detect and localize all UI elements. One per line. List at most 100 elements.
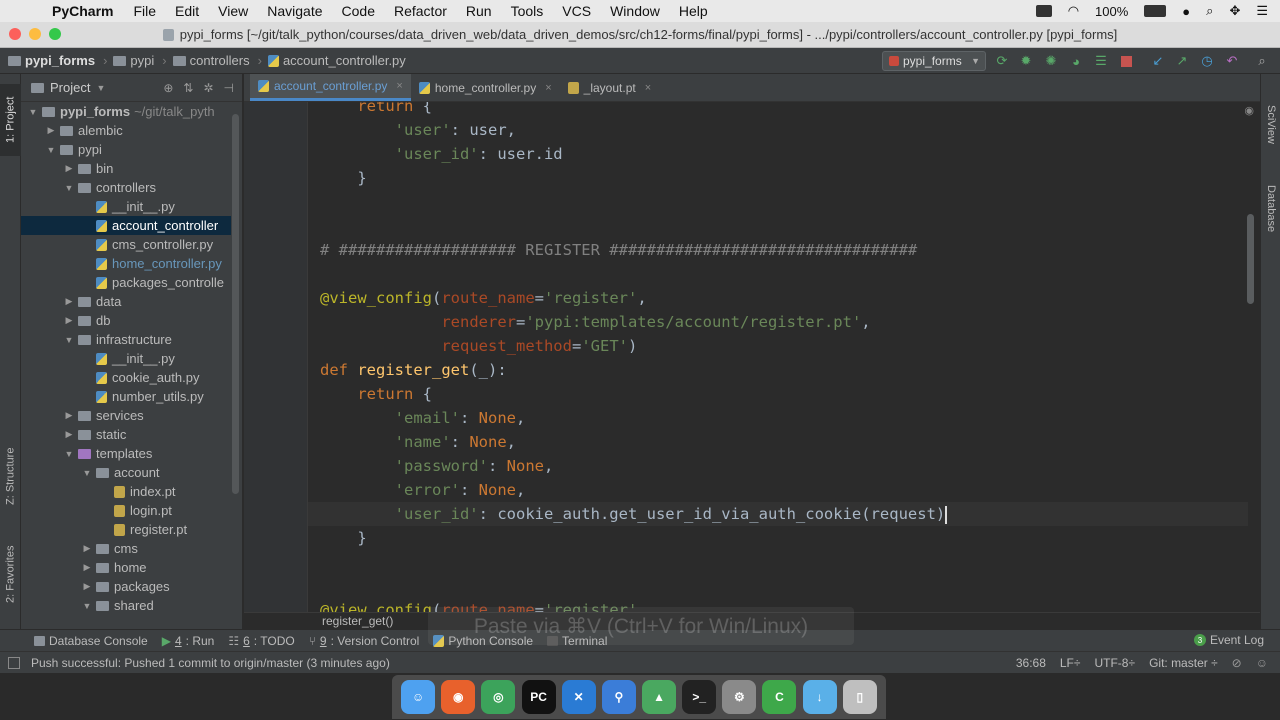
code-line[interactable]: 28 renderer='pypi:templates/account/regi… (308, 310, 1248, 334)
code-breadcrumb-function[interactable]: register_get() (322, 614, 393, 628)
menu-refactor[interactable]: Refactor (394, 3, 447, 19)
stop-button[interactable] (1118, 53, 1134, 69)
dock-app-camtasia-icon[interactable]: C (762, 680, 797, 714)
notification-center-icon[interactable]: ☰ (1256, 3, 1268, 19)
tree-item[interactable]: ▶ home (21, 558, 231, 577)
chevron-down-icon[interactable]: ▼ (45, 145, 57, 155)
tree-item[interactable]: ▶ services (21, 406, 231, 425)
window-zoom-button[interactable] (49, 28, 61, 40)
tab-layout[interactable]: _layout.pt × (560, 74, 659, 101)
code-line[interactable]: 32 'email': None, (308, 406, 1248, 430)
menu-file[interactable]: File (133, 3, 156, 19)
dock-app-chrome-icon[interactable]: ◎ (481, 680, 516, 714)
sciview-tool-tab[interactable]: SciView (1261, 94, 1280, 154)
spotlight-search-icon[interactable]: ⌕ (1206, 3, 1213, 19)
chevron-down-icon[interactable]: ▼ (27, 107, 39, 117)
caret-position[interactable]: 36:68 (1016, 656, 1046, 670)
collapse-all-icon[interactable]: ⇅ (183, 81, 193, 95)
tree-item[interactable]: ▼ shared (21, 596, 231, 615)
dock-app-rocket-icon[interactable]: ▲ (642, 680, 677, 714)
tree-item[interactable]: ▶ cms (21, 539, 231, 558)
database-tool-tab[interactable]: Database (1261, 174, 1280, 244)
menu-navigate[interactable]: Navigate (267, 3, 322, 19)
vcs-update-button[interactable]: ↙ (1150, 53, 1166, 69)
debug-button[interactable]: ✹ (1018, 53, 1034, 69)
tab-home-controller[interactable]: home_controller.py × (411, 74, 560, 101)
tree-item[interactable]: ▶ packages (21, 577, 231, 596)
gear-icon[interactable]: ✲ (203, 81, 213, 95)
code-line[interactable]: 29 request_method='GET') (308, 334, 1248, 358)
tree-item[interactable]: ▼ controllers (21, 178, 231, 197)
nav-crumb-pypi[interactable]: pypi › (113, 53, 167, 68)
code-line[interactable]: 38 (308, 550, 1248, 574)
tree-item[interactable]: ▶ data (21, 292, 231, 311)
tool-windows-toggle[interactable] (8, 657, 20, 669)
dock-app-downloads-icon[interactable]: ↓ (802, 680, 837, 714)
chevron-right-icon[interactable]: ▶ (63, 163, 75, 174)
inspection-ok-icon[interactable]: ◉ (1244, 104, 1254, 117)
menu-edit[interactable]: Edit (175, 3, 199, 19)
run-concurrency-button[interactable]: ☰ (1093, 53, 1109, 69)
structure-tool-tab[interactable]: Z: Structure (0, 436, 21, 516)
menu-window[interactable]: Window (610, 3, 660, 19)
run-configuration-select[interactable]: pypi_forms ▼ (882, 51, 986, 71)
code-line[interactable]: 20 'user': user, (308, 118, 1248, 142)
rerun-button[interactable]: ⟳ (994, 53, 1010, 69)
chevron-down-icon[interactable]: ▼ (81, 601, 93, 611)
todo-tool-button[interactable]: ☷ 6: TODO (228, 634, 294, 648)
close-icon[interactable]: × (645, 82, 651, 94)
tree-item[interactable]: packages_controlle (21, 273, 231, 292)
chevron-down-icon[interactable]: ▼ (63, 449, 75, 459)
tree-item[interactable]: register.pt (21, 520, 231, 539)
hide-panel-icon[interactable]: ⊣ (224, 81, 234, 95)
code-line[interactable]: 37 } (308, 526, 1248, 550)
inspector-icon[interactable]: ☺ (1256, 656, 1268, 670)
control-icon[interactable]: ✥ (1229, 3, 1240, 19)
code-line[interactable]: 35 'error': None, (308, 478, 1248, 502)
editor-scrollbar[interactable] (1247, 214, 1254, 304)
code-line-current[interactable]: 36 'user_id': cookie_auth.get_user_id_vi… (308, 502, 1248, 526)
nav-crumb-file[interactable]: account_controller.py (267, 53, 406, 68)
close-icon[interactable]: × (396, 80, 402, 92)
chevron-right-icon[interactable]: ▶ (63, 315, 75, 326)
tree-item[interactable]: ▼ pypi (21, 140, 231, 159)
nav-crumb-controllers[interactable]: controllers › (172, 53, 262, 68)
favorites-tool-tab[interactable]: 2: Favorites (0, 534, 21, 614)
code-line[interactable]: 24 (308, 214, 1248, 238)
chevron-right-icon[interactable]: ▶ (81, 543, 93, 554)
menu-run[interactable]: Run (466, 3, 492, 19)
dock-app-maps-icon[interactable]: ⚲ (601, 680, 636, 714)
code-line[interactable]: 23 (308, 190, 1248, 214)
chevron-right-icon[interactable]: ▶ (63, 410, 75, 421)
chevron-down-icon[interactable]: ▼ (63, 335, 75, 345)
tree-item[interactable]: __init__.py (21, 197, 231, 216)
tree-item[interactable]: ▼ templates (21, 444, 231, 463)
code-line[interactable]: 39 (308, 574, 1248, 598)
code-area[interactable]: 19 return {20 'user': user,21 'user_id':… (308, 102, 1248, 612)
run-tool-button[interactable]: ▶ 4: Run (162, 634, 215, 648)
close-icon[interactable]: × (545, 82, 551, 94)
menu-view[interactable]: View (218, 3, 248, 19)
tree-item[interactable]: ▶ static (21, 425, 231, 444)
chevron-right-icon[interactable]: ▶ (45, 125, 57, 136)
tree-item[interactable]: ▼ infrastructure (21, 330, 231, 349)
chevron-right-icon[interactable]: ▶ (81, 581, 93, 592)
chevron-right-icon[interactable]: ▶ (81, 562, 93, 573)
lock-icon[interactable]: ⊘ (1232, 656, 1242, 670)
tree-item[interactable]: ▶ alembic (21, 121, 231, 140)
code-line[interactable]: 31 return { (308, 382, 1248, 406)
chevron-right-icon[interactable]: ▶ (63, 429, 75, 440)
tree-item[interactable]: home_controller.py (21, 254, 231, 273)
code-line[interactable]: 33 'name': None, (308, 430, 1248, 454)
tab-account-controller[interactable]: account_controller.py × (250, 74, 411, 101)
code-line[interactable]: 22 } (308, 166, 1248, 190)
window-minimize-button[interactable] (29, 28, 41, 40)
nav-crumb-project[interactable]: pypi_forms › (8, 53, 107, 68)
tree-item[interactable]: ▶ bin (21, 159, 231, 178)
code-line[interactable]: 26 (308, 262, 1248, 286)
tree-item[interactable]: number_utils.py (21, 387, 231, 406)
project-tool-tab[interactable]: 1: Project (0, 84, 21, 156)
dock-app-finder-icon[interactable]: ☺ (401, 680, 436, 714)
vcs-history-button[interactable]: ◷ (1199, 53, 1215, 69)
user-icon[interactable]: ● (1182, 4, 1190, 19)
